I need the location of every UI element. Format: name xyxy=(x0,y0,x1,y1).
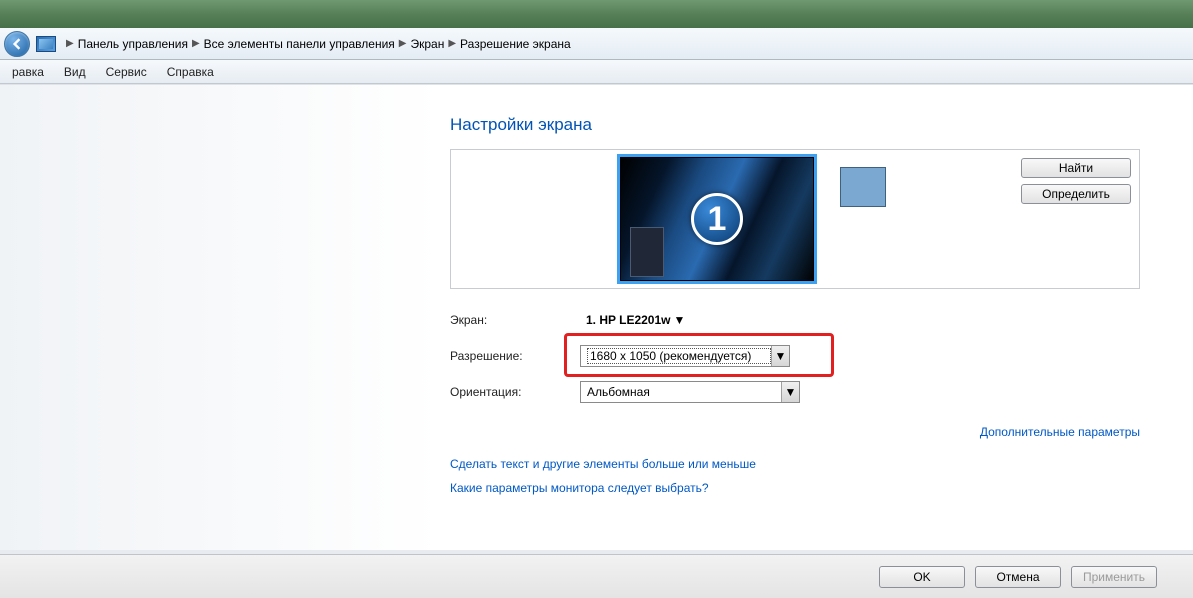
orientation-value: Альбомная xyxy=(587,385,781,399)
resolution-label: Разрешение: xyxy=(450,349,580,363)
preview-window-icon xyxy=(840,167,886,207)
orientation-dropdown[interactable]: Альбомная ▼ xyxy=(580,381,800,403)
breadcrumb-item[interactable]: Экран xyxy=(410,37,444,51)
control-panel-icon xyxy=(36,36,56,52)
display-dropdown[interactable]: 1. HP LE2201w ▼ xyxy=(580,309,689,331)
ok-button[interactable]: OK xyxy=(879,566,965,588)
menu-edit[interactable]: равка xyxy=(2,62,54,82)
advanced-settings-link[interactable]: Дополнительные параметры xyxy=(980,425,1140,439)
breadcrumb-separator-icon: ▶ xyxy=(192,38,200,49)
identify-button[interactable]: Определить xyxy=(1021,184,1131,204)
which-params-link[interactable]: Какие параметры монитора следует выбрать… xyxy=(450,481,1140,495)
address-bar: ▶ Панель управления ▶ Все элементы панел… xyxy=(0,28,1193,60)
page-title: Настройки экрана xyxy=(450,115,1140,135)
display-preview-box: 1 Найти Определить xyxy=(450,149,1140,289)
cancel-button[interactable]: Отмена xyxy=(975,566,1061,588)
apply-button[interactable]: Применить xyxy=(1071,566,1157,588)
monitor-preview[interactable]: 1 xyxy=(617,154,817,284)
dialog-footer: OK Отмена Применить xyxy=(0,554,1193,598)
preview-window-icon xyxy=(630,227,664,277)
window-titlebar xyxy=(0,0,1193,28)
chevron-down-icon: ▼ xyxy=(781,382,799,402)
menu-help[interactable]: Справка xyxy=(157,62,224,82)
display-value: 1. HP LE2201w xyxy=(586,313,671,327)
content-area: Настройки экрана 1 Найти Определить Экра… xyxy=(0,84,1193,550)
back-button[interactable] xyxy=(4,31,30,57)
resolution-value: 1680 x 1050 (рекомендуется) xyxy=(587,348,771,364)
resolution-dropdown[interactable]: 1680 x 1050 (рекомендуется) ▼ xyxy=(580,345,790,367)
breadcrumb-item[interactable]: Все элементы панели управления xyxy=(204,37,395,51)
breadcrumb-separator-icon: ▶ xyxy=(399,38,407,49)
monitor-number-badge: 1 xyxy=(691,193,743,245)
menu-tools[interactable]: Сервис xyxy=(96,62,157,82)
display-label: Экран: xyxy=(450,313,580,327)
chevron-down-icon: ▼ xyxy=(671,309,689,331)
menu-bar: равка Вид Сервис Справка xyxy=(0,60,1193,84)
menu-view[interactable]: Вид xyxy=(54,62,96,82)
orientation-label: Ориентация: xyxy=(450,385,580,399)
breadcrumb-item[interactable]: Разрешение экрана xyxy=(460,37,571,51)
arrow-left-icon xyxy=(11,38,23,50)
breadcrumb-separator-icon: ▶ xyxy=(448,38,456,49)
breadcrumb-item[interactable]: Панель управления xyxy=(78,37,188,51)
text-size-link[interactable]: Сделать текст и другие элементы больше и… xyxy=(450,457,1140,471)
breadcrumb-separator-icon: ▶ xyxy=(66,38,74,49)
chevron-down-icon: ▼ xyxy=(771,346,789,366)
find-button[interactable]: Найти xyxy=(1021,158,1131,178)
